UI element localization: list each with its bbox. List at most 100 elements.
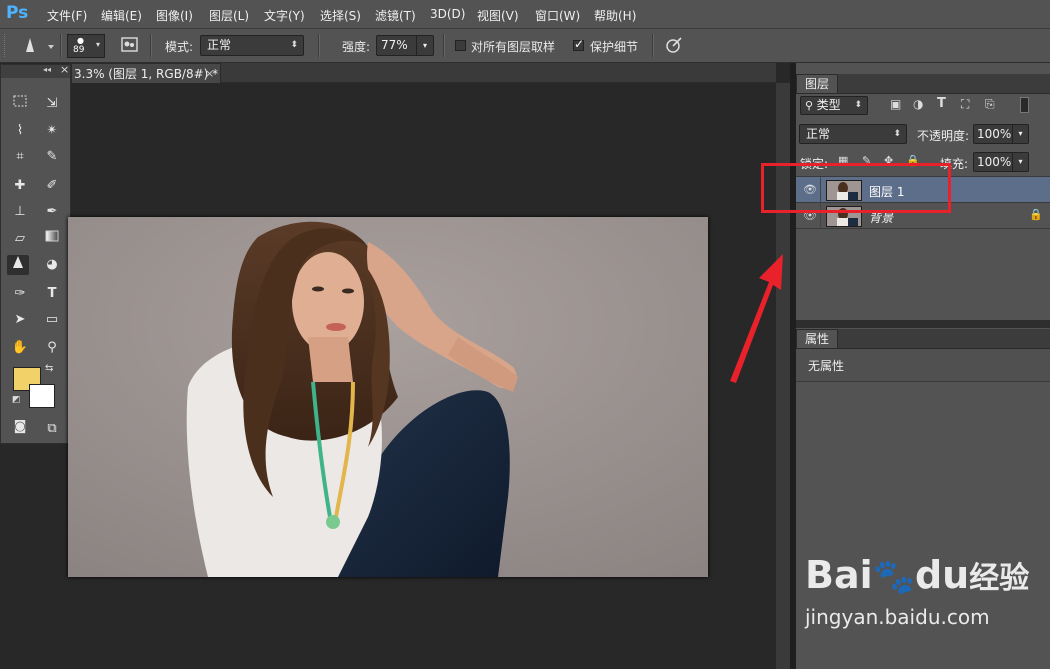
annotation-arrow-icon — [730, 254, 783, 383]
blend-mode-select[interactable]: 正常 ⬍ — [799, 124, 907, 144]
strength-input[interactable]: 77% ▾ — [376, 35, 434, 56]
pressure-icon — [666, 37, 682, 53]
layer-filter-select[interactable]: ⚲ 类型 ⬍ — [800, 96, 868, 115]
shape-filter-icon[interactable]: ⛶ — [961, 97, 969, 112]
properties-header: 无属性 — [796, 349, 1050, 382]
watermark-url: jingyan.baidu.com — [805, 605, 990, 629]
menu-file[interactable]: 文件(F) — [47, 7, 87, 24]
menu-help[interactable]: 帮助(H) — [594, 7, 636, 24]
search-icon: ⚲ — [805, 99, 817, 112]
layer-filter-value: 类型 — [816, 98, 841, 112]
updown-arrow-icon: ⬍ — [854, 100, 862, 110]
tool-preset-picker[interactable] — [20, 35, 56, 55]
tools-panel-header[interactable]: ◂◂ × — [1, 63, 70, 78]
smart-object-filter-icon[interactable]: ⎘ — [985, 97, 995, 112]
properties-content: 无属性 — [808, 359, 845, 373]
menu-type[interactable]: 文字(Y) — [264, 7, 305, 24]
tab-properties[interactable]: 属性 — [796, 329, 839, 348]
tab-layers[interactable]: 图层 — [796, 74, 839, 93]
chevron-down-icon[interactable]: ▾ — [416, 36, 433, 55]
sample-all-layers-label: 对所有图层取样 — [471, 40, 556, 54]
sharpen-tool-icon[interactable] — [7, 255, 29, 275]
brush-size: 89 — [73, 45, 85, 55]
type-tool-icon[interactable]: T — [41, 284, 63, 304]
type-filter-icon[interactable]: T — [937, 96, 946, 111]
separator — [60, 34, 62, 57]
image-filter-icon[interactable]: ▣ — [890, 97, 901, 111]
magic-wand-tool-icon[interactable]: ✴ — [41, 121, 63, 141]
history-brush-tool-icon[interactable]: ✒ — [41, 202, 63, 222]
menu-image[interactable]: 图像(I) — [156, 7, 193, 24]
grip-handle[interactable] — [4, 34, 10, 57]
menu-edit[interactable]: 编辑(E) — [101, 7, 142, 24]
tab-bar — [221, 63, 776, 83]
default-colors-icon[interactable]: ◩ — [12, 395, 21, 405]
lasso-tool-icon[interactable]: ⌇ — [9, 121, 31, 141]
adjustment-filter-icon[interactable]: ◑ — [913, 97, 923, 111]
menu-select[interactable]: 选择(S) — [320, 7, 361, 24]
separator — [652, 34, 654, 57]
pen-tool-icon[interactable]: ✑ — [9, 284, 31, 304]
document-tab-title: 3.3% (图层 1, RGB/8#) * — [74, 67, 219, 81]
path-selection-tool-icon[interactable]: ➤ — [9, 310, 31, 330]
menu-window[interactable]: 窗口(W) — [535, 7, 580, 24]
clone-stamp-tool-icon[interactable]: ⊥ — [9, 202, 31, 222]
blend-mode-value: 正常 — [806, 127, 831, 141]
sample-all-layers-checkbox[interactable] — [455, 40, 466, 51]
collapse-icon[interactable]: ◂◂ — [43, 65, 51, 74]
chevron-down-icon[interactable]: ▾ — [1012, 125, 1028, 143]
close-icon[interactable]: × — [205, 64, 214, 84]
filter-toggle-switch[interactable] — [1020, 97, 1029, 113]
fill-input[interactable]: 100% ▾ — [973, 152, 1029, 172]
strength-label: 强度: — [342, 40, 371, 54]
separator — [443, 34, 445, 57]
opacity-label: 不透明度: — [917, 129, 970, 143]
chevron-down-icon[interactable]: ▾ — [1012, 153, 1028, 171]
move-tool-icon[interactable]: ⇲ — [41, 94, 63, 114]
mode-select[interactable]: 正常 ⬍ — [200, 35, 304, 56]
menu-filter[interactable]: 滤镜(T) — [375, 7, 416, 24]
hand-tool-icon[interactable]: ✋ — [9, 338, 31, 358]
rectangle-tool-icon[interactable]: ▭ — [41, 310, 63, 330]
menu-view[interactable]: 视图(V) — [477, 7, 519, 24]
quick-mask-icon[interactable]: ◙ — [9, 417, 31, 437]
sharpen-icon — [26, 38, 54, 52]
zoom-tool-icon[interactable]: ⚲ — [41, 338, 63, 358]
mode-value: 正常 — [207, 38, 232, 52]
menu-3d[interactable]: 3D(D) — [430, 7, 465, 21]
marquee-tool-icon[interactable] — [9, 94, 31, 114]
brush-panel-toggle[interactable] — [120, 36, 140, 54]
brush-tool-icon[interactable]: ✐ — [41, 176, 63, 196]
panel-divider[interactable] — [796, 320, 1050, 328]
brush-picker[interactable]: ● 89 ▾ — [67, 34, 105, 58]
opacity-value: 100% — [977, 127, 1012, 141]
pressure-toggle[interactable] — [664, 36, 684, 54]
screen-mode-icon[interactable]: ⧉ — [41, 419, 63, 439]
baidu-jingyan-watermark: Bai🐾du经验 jingyan.baidu.com — [805, 555, 1029, 629]
protect-detail-label: 保护细节 — [590, 40, 639, 54]
menu-bar: Ps 文件(F) 编辑(E) 图像(I) 图层(L) 文字(Y) 选择(S) 滤… — [0, 0, 1050, 29]
dodge-tool-icon[interactable]: ◕ — [41, 255, 63, 275]
healing-brush-tool-icon[interactable]: ✚ — [9, 176, 31, 196]
watermark-brand-cn: 经验 — [969, 561, 1030, 596]
eraser-tool-icon[interactable]: ▱ — [9, 229, 31, 249]
close-icon[interactable]: × — [60, 63, 69, 76]
options-bar: ● 89 ▾ 模式: 正常 ⬍ 强度: 77% ▾ 对所有图层取样 ✓ 保护细节 — [0, 29, 1050, 63]
mode-label: 模式: — [165, 40, 194, 54]
opacity-input[interactable]: 100% ▾ — [973, 124, 1029, 144]
separator — [150, 34, 152, 57]
protect-detail-checkbox[interactable]: ✓ — [573, 37, 584, 51]
tools-panel: ◂◂ × ⇲ ⌇ ✴ ⌗ ✎ ✚ ✐ ⊥ ✒ ▱ ◕ ✑ T ➤ ▭ ✋ ⚲ ⇆… — [0, 63, 71, 444]
document-image[interactable] — [68, 217, 708, 577]
paw-icon: 🐾 — [872, 557, 915, 597]
menu-layer[interactable]: 图层(L) — [209, 7, 249, 24]
gradient-tool-icon[interactable] — [41, 229, 63, 249]
separator — [318, 34, 320, 57]
watermark-brand: Bai — [805, 553, 873, 597]
crop-tool-icon[interactable]: ⌗ — [9, 147, 31, 167]
swap-colors-icon[interactable]: ⇆ — [45, 363, 53, 374]
document-tab[interactable]: 3.3% (图层 1, RGB/8#) * × — [71, 63, 221, 83]
portrait-photo — [68, 217, 708, 577]
background-color-swatch[interactable] — [29, 384, 55, 408]
eyedropper-tool-icon[interactable]: ✎ — [41, 147, 63, 167]
